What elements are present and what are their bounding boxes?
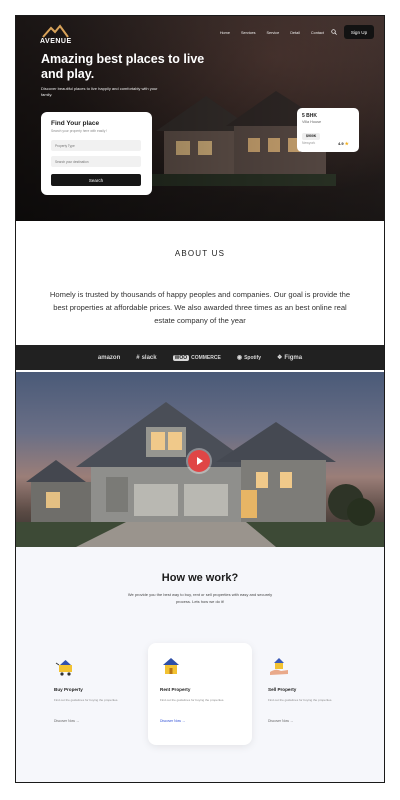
nav-contact[interactable]: Contact bbox=[311, 31, 324, 35]
destination-input[interactable] bbox=[51, 156, 141, 167]
rating-value: 4.9 bbox=[338, 141, 344, 146]
shopping-cart-house-icon bbox=[55, 660, 72, 676]
spotify-icon: ◉ bbox=[236, 355, 243, 361]
nav-home[interactable]: Home bbox=[220, 31, 230, 35]
property-price: $900K bbox=[302, 132, 321, 140]
main-nav: Home Services Service Detail Contact bbox=[220, 31, 324, 35]
find-place-card: Find Your place Search your property her… bbox=[41, 112, 152, 195]
brand-figma: ❖ Figma bbox=[277, 354, 303, 362]
step-description: Find out the guidelines for buying the p… bbox=[160, 698, 225, 702]
play-video-button[interactable] bbox=[188, 450, 210, 472]
house-roof-icon bbox=[42, 24, 69, 38]
step-buy-property: Buy Property Find out the guidelines for… bbox=[42, 643, 146, 745]
slack-icon: # bbox=[136, 354, 140, 361]
nav-services[interactable]: Services bbox=[241, 31, 256, 35]
figma-icon: ❖ bbox=[277, 355, 283, 361]
hero-section: AVENUE Home Services Service Detail Cont… bbox=[16, 16, 384, 221]
step-description: Find out the guidelines for buying the p… bbox=[268, 698, 333, 702]
step-title: Rent Property bbox=[160, 687, 191, 692]
step-rent-property: Rent Property Find out the guidelines fo… bbox=[148, 643, 252, 745]
search-button[interactable]: Search bbox=[51, 174, 141, 186]
house-icon bbox=[163, 658, 179, 674]
hero-title: Amazing best places to live and play. bbox=[41, 52, 205, 81]
about-heading: ABOUT US bbox=[174, 249, 226, 258]
brand-logo[interactable]: AVENUE bbox=[40, 24, 80, 45]
step-title: Buy Property bbox=[54, 687, 83, 692]
brand-woocommerce-name: COMMERCE bbox=[191, 354, 221, 361]
property-rating: 4.9 ★ bbox=[338, 141, 349, 147]
how-we-work-section: How we work? We provide you the best way… bbox=[16, 547, 384, 782]
property-bhk: 5 BHK bbox=[302, 113, 318, 119]
step-sell-property: Sell Property Find out the guidelines fo… bbox=[256, 643, 360, 745]
brand-amazon: amazon bbox=[98, 355, 120, 361]
property-name: Villa House bbox=[302, 120, 322, 124]
how-heading: How we work? bbox=[161, 572, 239, 584]
landing-page: AVENUE Home Services Service Detail Cont… bbox=[16, 16, 384, 782]
search-icon[interactable] bbox=[331, 29, 337, 35]
brand-spotify: ◉ Spotify bbox=[236, 354, 262, 362]
hero-subtitle: Discover beautiful places to live happil… bbox=[41, 86, 158, 97]
logo-text: AVENUE bbox=[40, 38, 72, 45]
step-description: Find out the guidelines for buying the p… bbox=[54, 698, 119, 702]
brand-slack-name: slack bbox=[141, 354, 157, 361]
hand-house-icon bbox=[270, 658, 288, 675]
discover-now-link[interactable]: Discover Now → bbox=[160, 719, 240, 723]
woo-icon: WOO bbox=[172, 354, 190, 361]
nav-detail[interactable]: Detail bbox=[290, 31, 300, 35]
star-icon: ★ bbox=[344, 141, 349, 146]
how-subtitle: We provide you the best way to buy, rent… bbox=[127, 592, 273, 604]
property-location: Newyork bbox=[302, 141, 316, 145]
brand-slack: # slack bbox=[136, 355, 156, 361]
discover-now-link[interactable]: Discover Now → bbox=[268, 719, 348, 723]
brand-logos-strip: amazon # slack WOO COMMERCE ◉ Spotify ❖ … bbox=[16, 345, 384, 370]
find-card-title: Find Your place bbox=[51, 120, 100, 127]
step-title: Sell Property bbox=[268, 687, 297, 692]
play-icon bbox=[197, 457, 203, 465]
brand-woocommerce: WOO COMMERCE bbox=[172, 354, 221, 361]
brand-amazon-name: amazon bbox=[97, 354, 121, 361]
property-card[interactable]: 5 BHK Villa House $900K Newyork 4.9 ★ bbox=[297, 108, 359, 152]
brand-figma-name: Figma bbox=[284, 354, 303, 361]
find-card-subtitle: Search your property here with easily ! bbox=[51, 129, 108, 133]
nav-service[interactable]: Service bbox=[267, 31, 280, 35]
discover-now-link[interactable]: Discover Now → bbox=[54, 719, 134, 723]
sign-up-button[interactable]: Sign Up bbox=[344, 25, 374, 39]
property-type-input[interactable] bbox=[51, 140, 141, 151]
brand-spotify-name: Spotify bbox=[244, 354, 262, 361]
about-text: Homely is trusted by thousands of happy … bbox=[49, 290, 351, 325]
